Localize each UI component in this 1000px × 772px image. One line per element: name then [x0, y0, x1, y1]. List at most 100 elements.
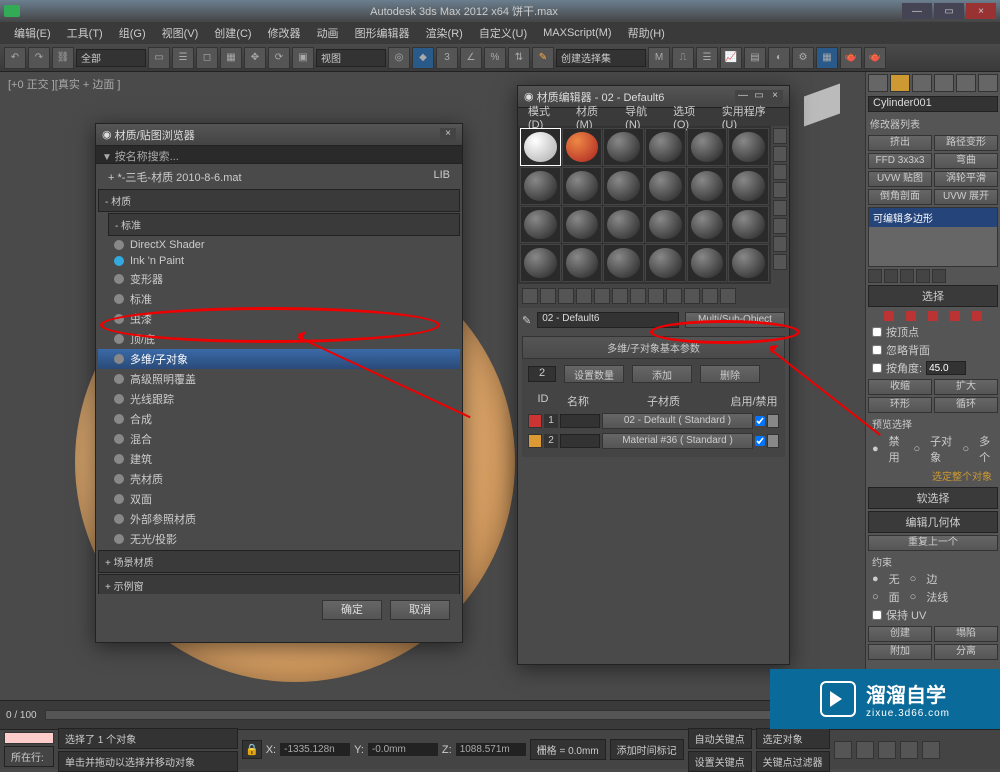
btn-uvwunwrap[interactable]: UVW 展开 [934, 189, 998, 205]
eyedropper-icon[interactable]: ✎ [522, 314, 531, 327]
sample-slot-11[interactable] [687, 167, 728, 205]
object-name-field[interactable]: Cylinder001 [868, 96, 998, 112]
sample-slot-8[interactable] [562, 167, 603, 205]
percent-snap-icon[interactable]: % [484, 47, 506, 69]
sub-id[interactable]: 2 [544, 434, 558, 448]
sub-name-field[interactable] [560, 434, 600, 448]
mat-item-[interactable]: 多维/子对象 [98, 349, 460, 369]
sample-slot-13[interactable] [520, 206, 561, 244]
edit-named-sel-icon[interactable]: ✎ [532, 47, 554, 69]
modify-tab-icon[interactable] [890, 74, 910, 92]
sub-color-swatch[interactable] [767, 414, 779, 428]
mat-id-icon[interactable] [648, 288, 664, 304]
chk-ignore-backface[interactable] [872, 345, 882, 355]
btn-repeat-last[interactable]: 重复上一个 [868, 535, 998, 551]
chk-by-angle[interactable] [872, 363, 882, 373]
angle-spinner[interactable] [926, 361, 966, 375]
btn-uvwmap[interactable]: UVW 贴图 [868, 171, 932, 187]
autokey-button[interactable]: 自动关键点 [688, 728, 752, 749]
sub-material-button[interactable]: Material #36 ( Standard ) [602, 433, 753, 449]
y-coord[interactable]: -0.0mm [368, 743, 438, 756]
mat-browser-close-icon[interactable]: × [440, 128, 456, 142]
lock-icon[interactable]: 🔒 [245, 744, 259, 756]
put-to-lib-icon[interactable] [630, 288, 646, 304]
sample-type-icon[interactable] [773, 128, 787, 144]
btn-detach[interactable]: 分离 [934, 644, 998, 660]
mat-browser-cancel[interactable]: 取消 [390, 600, 450, 620]
radio-constraint-none[interactable]: 无 [889, 571, 900, 587]
btn-extrude[interactable]: 挤出 [868, 135, 932, 151]
grp-materials[interactable]: - 材质 [98, 189, 460, 212]
sample-slot-17[interactable] [687, 206, 728, 244]
put-to-scene-icon[interactable] [540, 288, 556, 304]
btn-pathdeform[interactable]: 路径变形 [934, 135, 998, 151]
snap-toggle-icon[interactable]: 3 [436, 47, 458, 69]
btn-create-geo[interactable]: 创建 [868, 626, 932, 642]
btn-ffd[interactable]: FFD 3x3x3 [868, 153, 932, 169]
modifier-stack[interactable]: 可编辑多边形 [868, 207, 998, 267]
setkey-button[interactable]: 设置关键点 [688, 751, 752, 772]
menu-edit[interactable]: 编辑(E) [6, 22, 59, 44]
sample-slot-24[interactable] [728, 244, 769, 282]
schematic-view-icon[interactable]: ▤ [744, 47, 766, 69]
script-rec-icon[interactable] [4, 732, 54, 744]
maximize-button[interactable]: ▭ [934, 3, 964, 19]
delete-sub-button[interactable]: 删除 [700, 365, 760, 383]
sample-slot-22[interactable] [645, 244, 686, 282]
select-icon[interactable]: ▭ [148, 47, 170, 69]
sub-id[interactable]: 1 [544, 414, 558, 428]
backlight-icon[interactable] [773, 146, 787, 162]
move-icon[interactable]: ✥ [244, 47, 266, 69]
mat-item-[interactable]: 变形器 [98, 269, 460, 289]
window-crossing-icon[interactable]: ▦ [220, 47, 242, 69]
sample-slot-1[interactable] [520, 128, 561, 166]
redo-icon[interactable]: ↷ [28, 47, 50, 69]
align-icon[interactable]: ⎍ [672, 47, 694, 69]
mat-item-[interactable]: 建筑 [98, 449, 460, 469]
btn-loop[interactable]: 循环 [934, 397, 998, 413]
sample-slot-12[interactable] [728, 167, 769, 205]
sub-name-field[interactable] [560, 414, 600, 428]
btn-collapse[interactable]: 塌陷 [934, 626, 998, 642]
sub-color-swatch[interactable] [767, 434, 779, 448]
btn-grow[interactable]: 扩大 [934, 379, 998, 395]
make-preview-icon[interactable] [773, 218, 787, 234]
menu-maxscript[interactable]: MAXScript(M) [535, 24, 619, 42]
add-sub-button[interactable]: 添加 [632, 365, 692, 383]
sample-slot-3[interactable] [603, 128, 644, 166]
display-tab-icon[interactable] [956, 74, 976, 92]
sample-slot-23[interactable] [687, 244, 728, 282]
goto-end-icon[interactable] [922, 741, 940, 759]
menu-customize[interactable]: 自定义(U) [471, 22, 535, 44]
bg-icon[interactable] [773, 164, 787, 180]
marquee-rect-icon[interactable]: ◻ [196, 47, 218, 69]
chk-by-vertex[interactable] [872, 327, 882, 337]
minimize-button[interactable]: — [902, 3, 932, 19]
utilities-tab-icon[interactable] [978, 74, 998, 92]
sample-slot-18[interactable] [728, 206, 769, 244]
mat-item-[interactable]: 光线跟踪 [98, 389, 460, 409]
go-parent-icon[interactable] [702, 288, 718, 304]
mat-item-directxshader[interactable]: DirectX Shader [98, 237, 460, 253]
menu-group[interactable]: 组(G) [111, 22, 154, 44]
subobj-element-icon[interactable] [972, 311, 982, 321]
mat-browser-search[interactable]: ▼ 按名称搜索... [96, 146, 462, 164]
material-type-button[interactable]: Multi/Sub-Object [685, 312, 785, 328]
sample-slot-7[interactable] [520, 167, 561, 205]
subobj-vertex-icon[interactable] [884, 311, 894, 321]
create-tab-icon[interactable] [868, 74, 888, 92]
close-button[interactable]: × [966, 3, 996, 19]
sample-slot-4[interactable] [645, 128, 686, 166]
sub-material-button[interactable]: 02 - Default ( Standard ) [602, 413, 753, 429]
mat-item-[interactable]: 合成 [98, 409, 460, 429]
viewport-label[interactable]: [+0 正交 ][真实 + 边面 ] [8, 76, 120, 92]
undo-icon[interactable]: ↶ [4, 47, 26, 69]
go-sibling-icon[interactable] [720, 288, 736, 304]
angle-snap-icon[interactable]: ∠ [460, 47, 482, 69]
material-editor-icon[interactable]: ◐ [768, 47, 790, 69]
render-prod-icon[interactable]: 🫖 [864, 47, 886, 69]
reset-map-icon[interactable] [576, 288, 592, 304]
layers-icon[interactable]: ☰ [696, 47, 718, 69]
video-check-icon[interactable] [773, 200, 787, 216]
sub-swatch[interactable] [528, 414, 542, 428]
